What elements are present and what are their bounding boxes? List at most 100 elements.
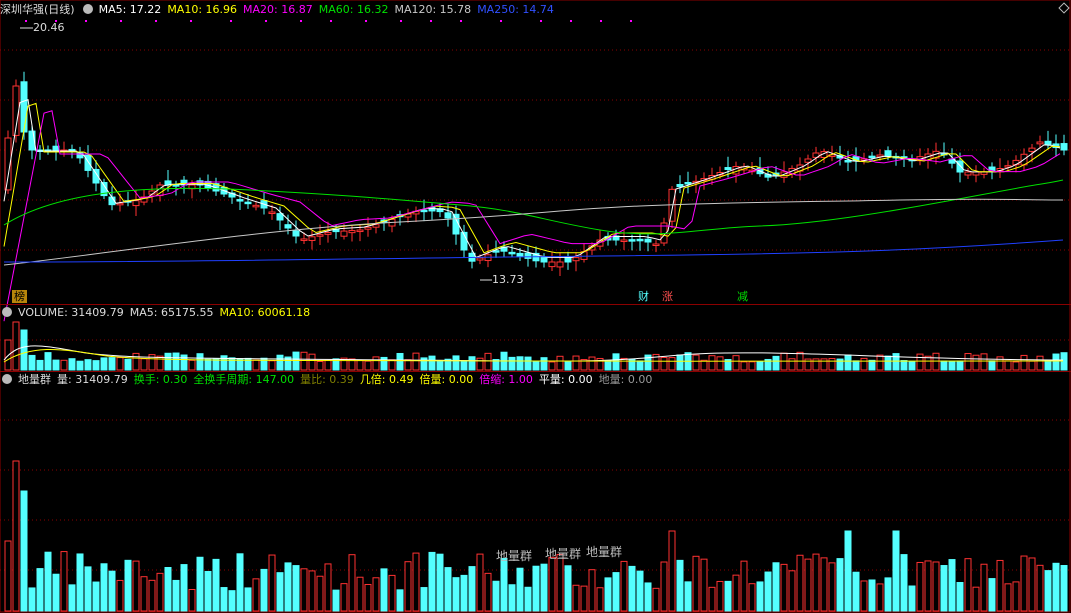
indicator-bar	[884, 577, 892, 612]
volume-bar	[756, 361, 764, 371]
candle-body	[116, 202, 124, 206]
candle-body	[252, 204, 260, 208]
indicator-bar	[300, 568, 308, 612]
indicator-bar	[116, 579, 124, 612]
indicator-bar	[940, 565, 948, 612]
candle-body	[684, 182, 692, 185]
volume-bar	[316, 360, 324, 371]
gear-icon[interactable]	[82, 4, 93, 14]
ma250-readout: MA250: 14.74	[477, 3, 554, 16]
volume-bar	[484, 352, 492, 371]
signal-dot	[540, 20, 542, 22]
volume-panel-header: VOLUME: 31409.79 MA5: 65175.55 MA10: 60061…	[0, 306, 316, 320]
volume-bar	[412, 352, 420, 371]
ma20-readout: MA20: 16.87	[243, 3, 313, 16]
gear-icon[interactable]	[2, 374, 12, 384]
indicator-bar	[876, 583, 884, 612]
candle-body	[52, 145, 60, 151]
gear-icon[interactable]	[2, 307, 12, 317]
indicator-bar	[956, 582, 964, 612]
candle-body	[340, 230, 348, 237]
indicator-bar	[924, 560, 932, 612]
volume-bar	[132, 352, 140, 371]
indicator-bar	[916, 561, 924, 612]
volume-bar	[956, 360, 964, 371]
volume-bar	[556, 355, 564, 371]
volume-bar	[772, 355, 780, 371]
indicator-bar	[716, 580, 724, 612]
indicator-bar	[476, 553, 484, 612]
jian-marker[interactable]: 减	[735, 290, 750, 303]
indicator-bar	[692, 555, 700, 612]
signal-dot	[300, 20, 302, 22]
candle-body	[308, 236, 316, 241]
volume-bar	[156, 355, 164, 371]
volume-bar	[980, 353, 988, 371]
stock-title[interactable]: 深圳华强(日线)	[0, 3, 75, 16]
diliang-readout: 地量: 0.00	[598, 373, 653, 386]
main-panel-header: 深圳华强(日线) MA5: 17.22 MA10: 16.96 MA20: 16.87…	[0, 3, 560, 17]
volume-bar	[300, 351, 308, 371]
volume-bar	[636, 360, 644, 371]
liang-readout: 量: 31409.79	[57, 373, 128, 386]
signal-dot	[570, 20, 572, 22]
indicator-bar	[740, 560, 748, 612]
indicator-bar	[124, 559, 132, 612]
indicator-bar	[228, 590, 236, 612]
volume-bar	[708, 355, 716, 371]
indicator-bar	[372, 577, 380, 612]
candle-body	[420, 209, 428, 213]
watermark-label: 地量群	[496, 549, 533, 563]
candle-body	[236, 199, 244, 202]
zhang-marker[interactable]: 涨	[660, 290, 675, 303]
volume-bar	[204, 358, 212, 371]
indicator-bar	[620, 560, 628, 612]
indicator-bar	[156, 572, 164, 612]
indicator-bar	[852, 571, 860, 612]
volume-bar	[380, 356, 388, 371]
indicator-bar	[396, 589, 404, 612]
indicator-bar	[996, 559, 1004, 612]
indicator-bar	[1020, 555, 1028, 612]
volume-bar	[564, 360, 572, 371]
ma10-line	[3, 102, 1061, 254]
volume-bar	[572, 355, 580, 371]
indicator-bar	[676, 559, 684, 612]
signal-dot	[430, 20, 432, 22]
volume-bar	[860, 357, 868, 371]
bang-marker[interactable]: 榜	[12, 290, 27, 303]
indicator-panel-header: 地量群 量: 31409.79 换手: 0.30 全换手周期: 147.00 量比: 0…	[0, 373, 658, 387]
cai-marker[interactable]: 财	[636, 290, 651, 303]
candle-body	[324, 232, 332, 235]
volume-bar	[996, 356, 1004, 371]
volume-bar	[292, 351, 300, 371]
volume-bar	[1028, 360, 1036, 371]
volume-bar	[540, 357, 548, 371]
indicator-bar	[236, 553, 244, 612]
volume-bar	[916, 353, 924, 371]
pingliang-readout: 平量: 0.00	[538, 373, 593, 386]
volume-bar	[276, 354, 284, 371]
indicator-bar	[580, 585, 588, 612]
volume-ma10-readout: MA10: 60061.18	[219, 306, 311, 319]
indicator-bar	[892, 530, 900, 612]
indicator-bar	[260, 568, 268, 612]
signal-dot	[230, 20, 232, 22]
indicator-bar	[324, 563, 332, 612]
volume-bar	[932, 352, 940, 371]
volume-ma5-readout: MA5: 65175.55	[129, 306, 214, 319]
indicator-bar	[684, 581, 692, 612]
candle-body	[348, 230, 356, 234]
indicator-bar	[556, 553, 564, 612]
indicator-bar	[508, 584, 516, 612]
indicator-bar	[636, 570, 644, 612]
indicator-title[interactable]: 地量群	[18, 373, 51, 386]
volume-bar	[180, 354, 188, 371]
indicator-bar	[796, 554, 804, 612]
signal-dot	[630, 20, 632, 22]
indicator-bar	[1028, 557, 1036, 612]
indicator-bar	[132, 560, 140, 612]
volume-bar	[36, 359, 44, 371]
candle-body	[564, 256, 572, 263]
volume-bar	[436, 359, 444, 371]
